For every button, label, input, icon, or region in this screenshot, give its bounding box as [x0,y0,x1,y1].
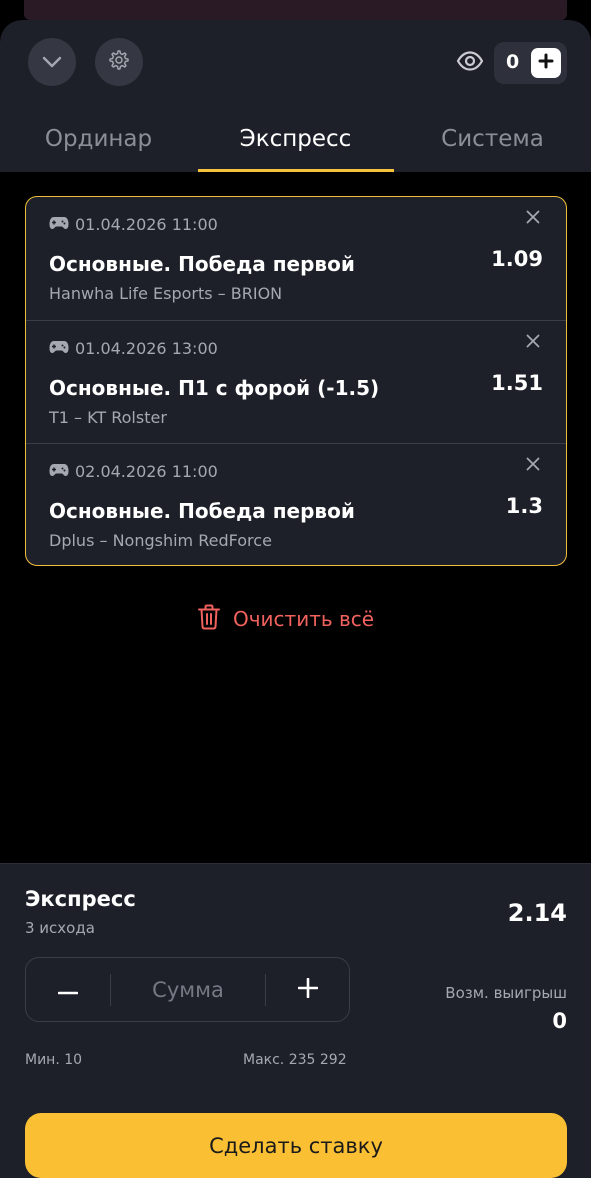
bet-type-tabs: Ординар Экспресс Система [0,120,591,172]
collapse-button[interactable] [28,38,76,86]
bet-slip-header: 0 Ординар Экспресс Система [0,20,591,172]
remove-bet-button[interactable] [524,456,542,474]
stake-input[interactable] [111,958,265,1021]
chevron-down-icon [42,53,62,72]
bet-teams: Dplus – Nongshim RedForce [49,531,272,550]
bet-odds: 1.09 [491,247,543,271]
bet-list: 01.04.2026 11:00 Основные. Победа первой… [25,196,567,566]
tab-system[interactable]: Система [394,120,591,172]
bet-teams: T1 – KT Rolster [49,408,167,427]
bet-counter: 0 [494,42,567,84]
clear-all-label: Очистить всё [233,607,375,631]
outcomes-count: 3 исхода [25,919,95,937]
bet-market: Основные. П1 с форой (-1.5) [49,376,380,400]
bet-meta: 01.04.2026 13:00 [49,339,218,358]
tab-express[interactable]: Экспресс [197,120,394,172]
eye-icon [456,51,484,75]
bet-odds: 1.3 [505,494,543,518]
bet-odds: 1.51 [491,371,543,395]
max-stake-label: Макс. 235 292 [243,1052,347,1068]
bet-meta: 01.04.2026 11:00 [49,215,218,234]
bet-item: 01.04.2026 13:00 Основные. П1 с форой (-… [26,320,566,443]
decrease-stake-button[interactable] [26,958,110,1021]
stake-control [25,957,350,1022]
bet-datetime: 02.04.2026 11:00 [75,462,218,481]
bet-datetime: 01.04.2026 13:00 [75,339,218,358]
gamepad-icon [49,462,69,481]
remove-bet-button[interactable] [524,333,542,351]
close-icon [526,456,540,475]
plus-icon [297,977,319,1002]
increase-stake-button[interactable] [266,958,350,1021]
counter-value: 0 [506,51,520,73]
settings-button[interactable] [95,38,143,86]
bet-market: Основные. Победа первой [49,499,355,523]
summary-title: Экспресс [25,887,136,911]
potential-win-label: Возм. выигрыш [445,984,567,1002]
tab-single[interactable]: Ординар [0,120,197,172]
bet-meta: 02.04.2026 11:00 [49,462,218,481]
remove-bet-button[interactable] [524,209,542,227]
minus-icon [57,980,79,999]
bet-item: 02.04.2026 11:00 Основные. Победа первой… [26,443,566,565]
bet-item: 01.04.2026 11:00 Основные. Победа первой… [26,197,566,320]
bet-summary-panel: Экспресс 3 исхода 2.14 Мин. 10 Макс. 235… [0,863,591,1178]
bet-datetime: 01.04.2026 11:00 [75,215,218,234]
clear-all-button[interactable]: Очистить всё [197,602,374,636]
gamepad-icon [49,215,69,234]
total-odds: 2.14 [507,899,567,927]
close-icon [526,209,540,228]
visibility-toggle[interactable] [455,50,485,76]
min-stake-label: Мин. 10 [25,1052,83,1068]
trash-icon [197,604,221,635]
place-bet-button[interactable]: Сделать ставку [25,1113,567,1178]
gamepad-icon [49,339,69,358]
bet-slip-sheet: 0 Ординар Экспресс Система 01.04.2026 11… [0,20,591,1178]
potential-win-value: 0 [552,1009,567,1033]
active-tab-indicator [198,169,394,172]
plus-icon [538,53,554,73]
bet-market: Основные. Победа первой [49,252,355,276]
bet-teams: Hanwha Life Esports – BRION [49,284,283,303]
background-strip [24,0,567,20]
add-bet-button[interactable] [531,48,561,78]
close-icon [526,333,540,352]
gear-icon [108,49,130,75]
